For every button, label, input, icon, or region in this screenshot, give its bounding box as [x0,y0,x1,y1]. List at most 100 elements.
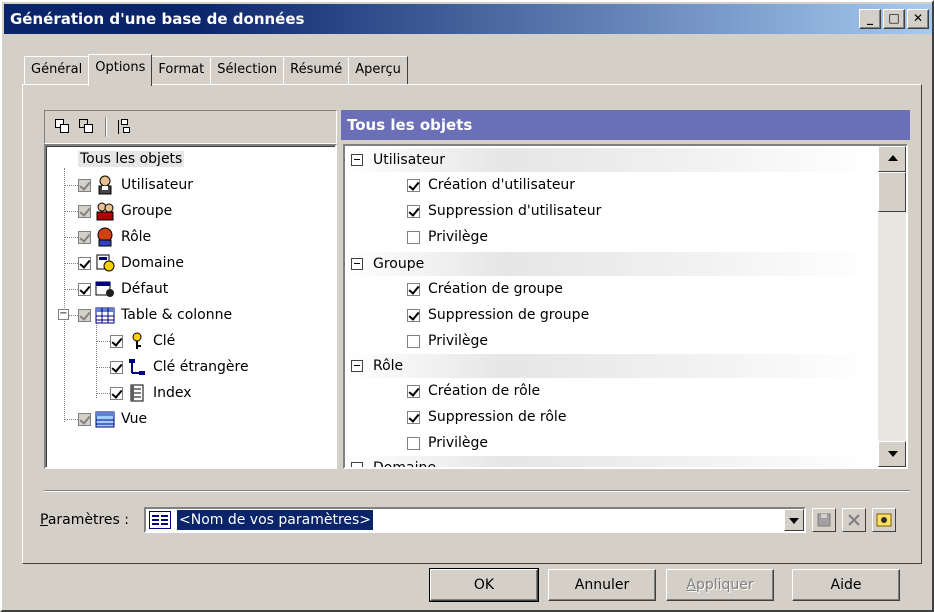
tree-checkbox-table[interactable] [78,308,91,322]
minimize-button[interactable]: _ [859,9,881,29]
apply-button[interactable]: Appliquer [666,569,774,601]
tree-item-groupe[interactable]: Groupe [52,198,172,224]
tree-item-role[interactable]: Rôle [52,224,151,250]
option-creation-utilisateur[interactable]: Création d'utilisateur [407,172,575,198]
tree-checkbox-role[interactable] [78,230,91,244]
tree-root[interactable]: Tous les objets [78,146,185,172]
option-privilege-groupe[interactable]: Privilège [407,328,488,354]
checkbox[interactable] [407,334,420,348]
checkbox[interactable] [407,308,420,322]
window-title: Génération d'une base de données [10,10,305,28]
option-creation-role[interactable]: Création de rôle [407,378,540,404]
tree-checkbox-cle-etrangere[interactable] [110,360,123,374]
tree-checkbox-defaut[interactable] [78,282,91,296]
scroll-thumb[interactable] [878,172,906,212]
close-button[interactable]: ✕ [907,9,929,29]
tree-item-index[interactable]: Index [84,380,192,406]
title-bar[interactable]: Génération d'une base de données _ □ ✕ [4,4,932,34]
option-label: Privilège [428,435,489,451]
tab-format[interactable]: Format [151,56,212,84]
save-parameters-button[interactable] [812,508,836,532]
dropdown-button[interactable] [784,509,804,531]
collapse-icon[interactable] [351,154,363,166]
option-label: Privilège [428,333,489,349]
option-label: Création d'utilisateur [428,177,576,193]
tree-item-vue[interactable]: Vue [52,406,147,432]
collapse-icon[interactable] [351,360,363,372]
dialog-window: Génération d'une base de données _ □ ✕ G… [0,0,934,612]
scroll-down-button[interactable] [878,441,906,467]
toolbar-separator [105,117,106,137]
tree-label-cle-etrangere: Clé étrangère [153,359,249,375]
object-tree[interactable]: Tous les objets Utilisateur Groupe Rôle … [44,144,337,469]
group-domaine[interactable]: Domaine [345,456,875,469]
tree-checkbox-index[interactable] [110,386,123,400]
cancel-button[interactable]: Annuler [548,569,656,601]
option-privilege-role[interactable]: Privilège [407,430,488,456]
collapse-icon[interactable]: − [58,309,69,320]
tab-summary[interactable]: Résumé [283,56,350,84]
tree-item-domaine[interactable]: Domaine [52,250,184,276]
option-label: Suppression de rôle [428,409,567,425]
deselect-all-icon[interactable] [79,119,95,135]
tab-preview[interactable]: Aperçu [348,56,408,84]
tree-filter-icon[interactable] [116,119,132,135]
option-label: Suppression de groupe [428,307,590,323]
collapse-icon[interactable] [351,462,363,467]
tree-item-cle-etrangere[interactable]: Clé étrangère [84,354,249,380]
parameters-combo[interactable]: <Nom de vos paramètres> [144,507,806,533]
tree-item-table[interactable]: − Table & colonne [52,302,232,328]
checkbox[interactable] [407,410,420,424]
collapse-icon[interactable] [351,258,363,270]
tree-checkbox-vue[interactable] [78,412,91,426]
ok-button[interactable]: OK [429,568,539,602]
checkbox[interactable] [407,282,420,296]
option-suppression-role[interactable]: Suppression de rôle [407,404,566,430]
foreign-key-icon [127,357,147,377]
checkbox[interactable] [407,204,420,218]
tree-checkbox-cle[interactable] [110,334,123,348]
delete-parameters-button[interactable] [842,508,866,532]
arrow-down-icon [888,451,898,457]
parameters-label: Paramètres : [40,512,130,528]
options-header: Tous les objets [341,110,910,140]
scroll-up-button[interactable] [878,146,906,172]
tree-checkbox-groupe[interactable] [78,204,91,218]
group-role[interactable]: Rôle [345,354,875,378]
checkbox[interactable] [407,384,420,398]
vertical-scrollbar[interactable] [878,146,906,467]
group-label: Utilisateur [373,152,446,168]
tree-checkbox-utilisateur[interactable] [78,178,91,192]
key-icon [127,331,147,351]
tree-label-table: Table & colonne [121,307,233,323]
group-groupe[interactable]: Groupe [345,252,875,276]
checkbox[interactable] [407,178,420,192]
tab-options[interactable]: Options [88,54,153,86]
checkbox[interactable] [407,436,420,450]
option-label: Privilège [428,229,489,245]
group-label: Domaine [373,460,436,469]
tree-item-cle[interactable]: Clé [84,328,175,354]
manage-parameters-button[interactable] [872,508,896,532]
option-suppression-utilisateur[interactable]: Suppression d'utilisateur [407,198,601,224]
tree-checkbox-domaine[interactable] [78,256,91,270]
tab-general[interactable]: Général [24,56,90,84]
apply-label: ppliquer [695,577,754,593]
maximize-button[interactable]: □ [883,9,905,29]
select-all-icon[interactable] [55,119,71,135]
tree-item-utilisateur[interactable]: Utilisateur [52,172,193,198]
view-icon [95,409,115,429]
tree-item-defaut[interactable]: Défaut [52,276,168,302]
help-button[interactable]: Aide [792,569,900,601]
option-creation-groupe[interactable]: Création de groupe [407,276,563,302]
tab-selection[interactable]: Sélection [210,56,285,84]
options-list[interactable]: Utilisateur Création d'utilisateur Suppr… [343,144,908,469]
role-icon [95,227,115,247]
group-label: Groupe [373,256,425,272]
checkbox[interactable] [407,230,420,244]
apply-mnemonic: A [686,577,696,593]
parameters-label-rest: aramètres : [47,512,130,528]
group-utilisateur[interactable]: Utilisateur [345,148,875,172]
option-privilege-utilisateur[interactable]: Privilège [407,224,488,250]
option-suppression-groupe[interactable]: Suppression de groupe [407,302,589,328]
